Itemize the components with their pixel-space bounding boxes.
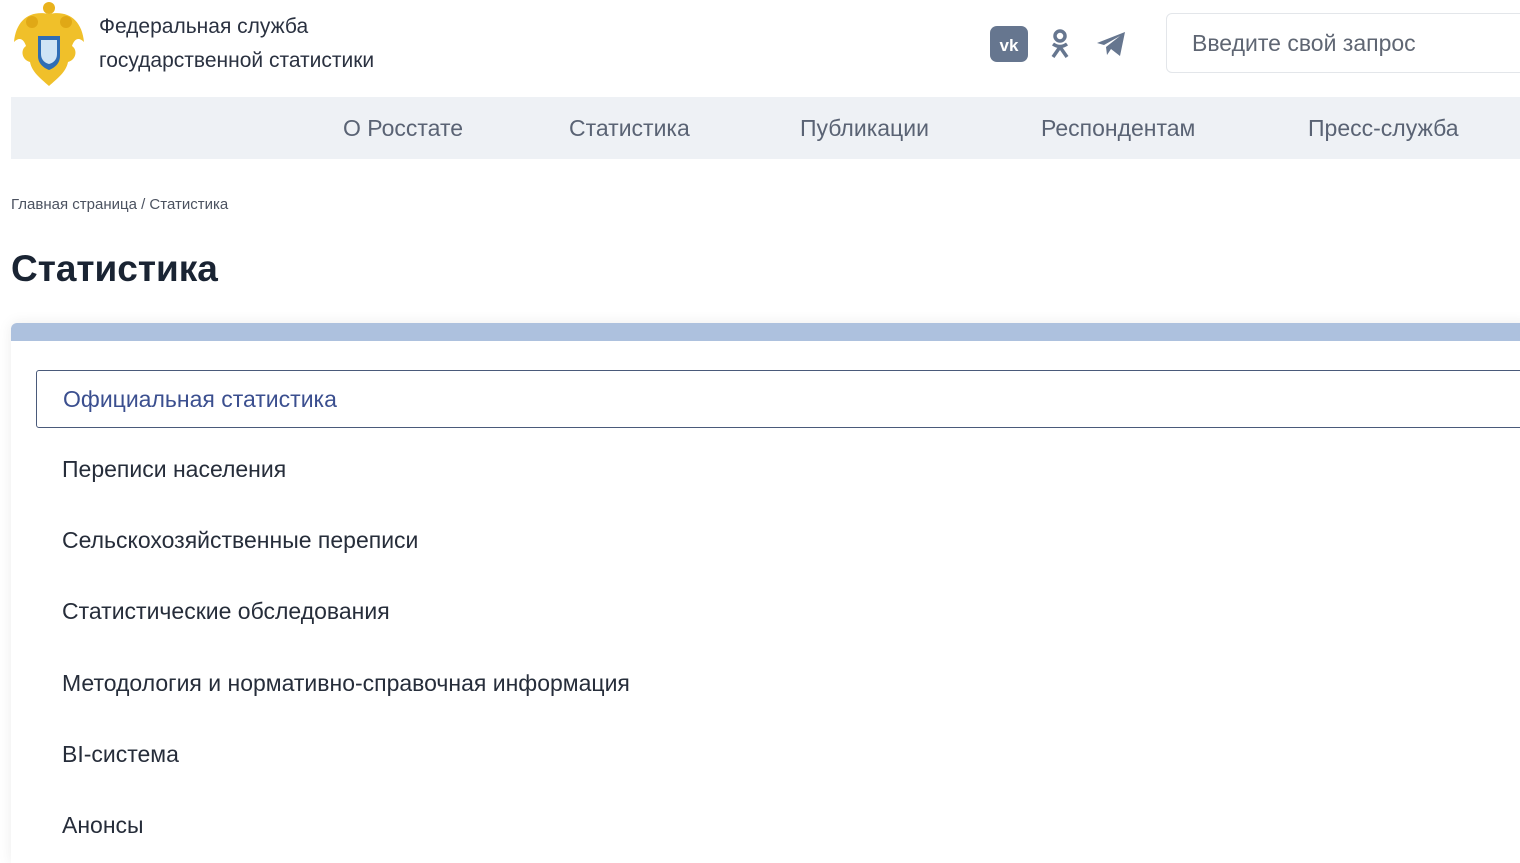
telegram-icon[interactable] xyxy=(1094,26,1128,62)
menu-item-announcements[interactable]: Анонсы xyxy=(36,797,1520,855)
menu-item-surveys[interactable]: Статистические обследования xyxy=(36,583,1520,641)
nav-statistics[interactable]: Статистика xyxy=(569,97,690,159)
search-box[interactable] xyxy=(1166,13,1520,73)
vk-icon[interactable]: vk xyxy=(990,26,1028,62)
organization-name: Федеральная служба государственной стати… xyxy=(99,10,374,78)
rosstat-emblem-logo[interactable] xyxy=(10,0,88,88)
nav-about[interactable]: О Росстате xyxy=(343,97,463,159)
svg-text:vk: vk xyxy=(1000,36,1019,55)
nav-respondents[interactable]: Респондентам xyxy=(1041,97,1195,159)
page-title: Статистика xyxy=(11,248,218,289)
panel-accent-bar xyxy=(11,323,1520,341)
statistics-menu-panel: Официальная статистика Переписи населени… xyxy=(11,323,1520,863)
org-name-line2: государственной статистики xyxy=(99,49,375,72)
odnoklassniki-icon[interactable] xyxy=(1048,26,1072,62)
menu-item-bi-system[interactable]: BI-система xyxy=(36,726,1520,784)
breadcrumb[interactable]: Главная страница / Статистика xyxy=(11,196,228,213)
menu-item-agricultural-census[interactable]: Сельскохозяйственные переписи xyxy=(36,512,1520,570)
menu-item-official-statistics[interactable]: Официальная статистика xyxy=(36,370,1520,428)
menu-item-census[interactable]: Переписи населения xyxy=(36,441,1520,499)
nav-publications[interactable]: Публикации xyxy=(800,97,929,159)
search-input[interactable] xyxy=(1167,14,1520,72)
main-nav: О Росстате Статистика Публикации Респонд… xyxy=(11,97,1520,159)
menu-item-methodology[interactable]: Методология и нормативно-справочная инфо… xyxy=(36,655,1520,713)
org-name-line1: Федеральная служба xyxy=(99,15,309,38)
nav-press[interactable]: Пресс-служба xyxy=(1308,97,1459,159)
